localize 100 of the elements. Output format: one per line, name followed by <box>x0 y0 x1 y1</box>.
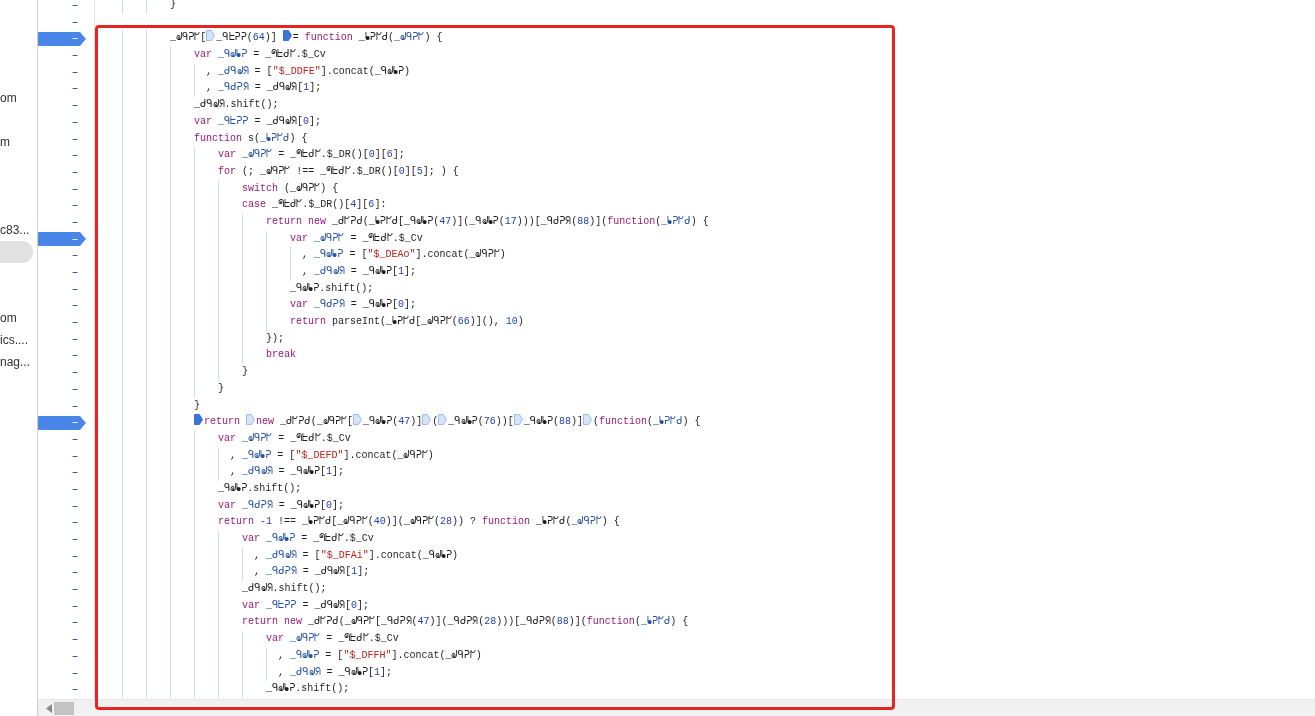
file-tree-item[interactable]: c83... <box>0 219 33 241</box>
line-number[interactable]: – <box>72 147 78 164</box>
file-tree-item[interactable]: om <box>0 307 33 329</box>
code-line: (function(_ᖲᕈᖸᑯ) { <box>593 416 701 428</box>
code-line: _ᖙᑫᕈᖸ[ <box>169 32 207 44</box>
inline-breakpoint-icon[interactable] <box>282 30 292 42</box>
file-tree-item[interactable]: ics.... <box>0 329 33 351</box>
code-line: return parseInt(_ᖲᕈᖸᑯ[_ᖙᑫᕈᖸ(66)](), 10) <box>289 316 524 328</box>
file-tree-item[interactable] <box>0 241 33 263</box>
code-line: _ᑯᑫᖙᖆ.shift(); <box>193 99 279 111</box>
code-line: } <box>241 366 249 378</box>
line-number[interactable]: – <box>72 380 78 398</box>
line-number[interactable]: – <box>72 30 78 48</box>
code-line: , _ᑫᑯᕈᖆ = _ᑯᑫᖙᖆ[1]; <box>205 82 322 94</box>
code-line: return <box>204 416 241 428</box>
line-number[interactable]: – <box>72 0 78 14</box>
code-line: return -1 !== _ᖲᕈᖸᑯ[_ᖙᑫᕈᖸ(40)](_ᖙᑫᕈᖸ(28)) ? function _ᖲᕈᖸᑯ(_ᖙᑫᕈᖸ) { <box>217 516 620 528</box>
code-line: }); <box>265 332 285 344</box>
line-number[interactable]: – <box>72 264 78 281</box>
code-line: var _ᑫᑯᕈᖆ = _ᑫᖙᖲᕈ[0]; <box>217 499 344 511</box>
scrollbar-thumb[interactable] <box>54 701 74 715</box>
line-number[interactable]: – <box>72 497 78 515</box>
line-number[interactable]: – <box>72 414 78 431</box>
line-number[interactable]: – <box>72 581 78 598</box>
line-number[interactable]: – <box>72 63 78 81</box>
line-number[interactable]: – <box>72 230 78 248</box>
line-number[interactable]: – <box>72 681 78 698</box>
line-number[interactable]: – <box>72 314 78 331</box>
line-number[interactable]: – <box>72 163 78 181</box>
line-number[interactable]: – <box>72 347 78 365</box>
code-line: _ᑫᖙᖲᕈ(76))[ <box>448 416 514 428</box>
code-line: , _ᑯᑫᖙᖆ = _ᑫᖙᖲᕈ[1]; <box>229 466 344 478</box>
code-line: , _ᑯᑫᖙᖆ = ["$_DFAi"].concat(_ᑫᖙᖲᕈ) <box>253 549 458 561</box>
code-line: var _ᑫᑯᕈᖆ = _ᑫᖙᖲᕈ[0]; <box>289 299 416 311</box>
code-line: var _ᖙᑫᕈᖸ = _ᖗᖶᑯᖸ.$_Cv <box>217 432 351 444</box>
line-number[interactable]: – <box>72 514 78 531</box>
line-number[interactable]: – <box>72 330 78 348</box>
code-line: var _ᑫᖙᖲᕈ = _ᖗᖶᑯᖸ.$_Cv <box>241 533 374 544</box>
line-number[interactable]: – <box>72 564 78 582</box>
code-line: } <box>217 382 225 394</box>
code-line: , _ᑫᑯᕈᖆ = _ᑯᑫᖙᖆ[1]; <box>253 566 370 578</box>
breakpoint-marker[interactable] <box>38 232 86 247</box>
line-number[interactable]: – <box>72 13 78 31</box>
inline-breakpoint-icon[interactable] <box>422 414 432 426</box>
breakpoint-marker[interactable] <box>38 415 86 430</box>
line-number[interactable]: – <box>72 280 78 298</box>
code-line: _ᑫᖙᖲᕈ.shift(); <box>265 683 350 695</box>
line-number[interactable]: – <box>72 397 78 415</box>
line-number[interactable]: – <box>72 464 78 481</box>
inline-breakpoint-icon[interactable] <box>352 414 362 426</box>
code-line: , _ᑫᖙᖲᕈ = ["$_DFFH"].concat(_ᖙᑫᕈᖸ) <box>277 649 482 661</box>
code-line: var _ᑫᖙᖲᕈ = _ᖗᖶᑯᖸ.$_Cv <box>193 49 326 61</box>
line-number[interactable]: – <box>72 547 78 565</box>
line-number[interactable]: – <box>72 631 78 648</box>
line-number[interactable]: – <box>72 113 78 131</box>
line-number[interactable]: – <box>72 647 78 665</box>
file-tree-item[interactable]: nag... <box>0 351 33 373</box>
code-line: = function _ᖲᕈᖸᑯ(_ᖙᑫᕈᖸ) { <box>292 32 443 44</box>
inline-breakpoint-icon[interactable] <box>206 30 216 42</box>
code-line: _ᑫᖙᖲᕈ(88)] <box>523 416 584 428</box>
code-line: switch (_ᖙᑫᕈᖸ) { <box>241 182 339 194</box>
line-number[interactable]: – <box>72 97 78 114</box>
line-number[interactable]: – <box>72 130 78 148</box>
line-number[interactable]: – <box>72 180 78 198</box>
code-line: _ᑫᖙᖲᕈ.shift(); <box>217 482 302 494</box>
inline-breakpoint-icon[interactable] <box>438 414 448 426</box>
code-line: _ᑫᖙᖲᕈ(47)] <box>362 416 423 428</box>
code-line: } <box>193 399 201 411</box>
code-line: break <box>265 349 297 361</box>
line-number[interactable]: – <box>72 531 78 548</box>
line-number[interactable]: – <box>72 297 78 315</box>
line-number[interactable]: – <box>72 47 78 64</box>
inline-breakpoint-icon[interactable] <box>583 414 593 426</box>
line-number[interactable]: – <box>72 614 78 632</box>
line-number[interactable]: – <box>72 247 78 264</box>
line-number[interactable]: – <box>72 197 78 214</box>
code-line: } <box>169 0 176 10</box>
inline-breakpoint-icon[interactable] <box>246 414 255 426</box>
code-line: , _ᑯᑫᖙᖆ = _ᑫᖙᖲᕈ[1]; <box>277 666 392 678</box>
line-number[interactable]: – <box>72 80 78 98</box>
line-number[interactable]: – <box>72 213 78 231</box>
line-number[interactable]: – <box>72 664 78 682</box>
code-line: , _ᑫᖙᖲᕈ = ["$_DEAo"].concat(_ᖙᑫᕈᖸ) <box>301 249 506 261</box>
file-tree-item[interactable]: m <box>0 131 33 153</box>
line-number[interactable]: – <box>72 480 78 498</box>
line-number[interactable]: – <box>72 364 78 381</box>
line-number[interactable]: – <box>72 430 78 448</box>
breakpoint-marker[interactable] <box>38 31 86 46</box>
code-line: _ᑯᑫᖙᖆ.shift(); <box>241 583 327 595</box>
code-line: , _ᑯᑫᖙᖆ = ["$_DDFE"].concat(_ᑫᖙᖲᕈ) <box>205 65 410 77</box>
file-tree-item[interactable]: om <box>0 87 33 109</box>
inline-breakpoint-icon[interactable] <box>513 414 523 426</box>
line-number[interactable]: – <box>72 447 78 465</box>
code-line: , _ᑯᑫᖙᖆ = _ᑫᖙᖲᕈ[1]; <box>301 266 416 277</box>
inline-breakpoint-icon[interactable] <box>194 414 203 426</box>
code-line: , _ᑫᖙᖲᕈ = ["$_DEFD"].concat(_ᖙᑫᕈᖸ) <box>229 449 434 461</box>
line-number[interactable]: – <box>72 597 78 615</box>
scroll-left-icon[interactable] <box>46 703 52 713</box>
code-line: for (; _ᖙᑫᕈᖸ !== _ᖗᖶᑯᖸ.$_DR()[0][5]; ) { <box>217 165 459 177</box>
code-line: var _ᖙᑫᕈᖸ = _ᖗᖶᑯᖸ.$_DR()[0][6]; <box>217 149 405 161</box>
